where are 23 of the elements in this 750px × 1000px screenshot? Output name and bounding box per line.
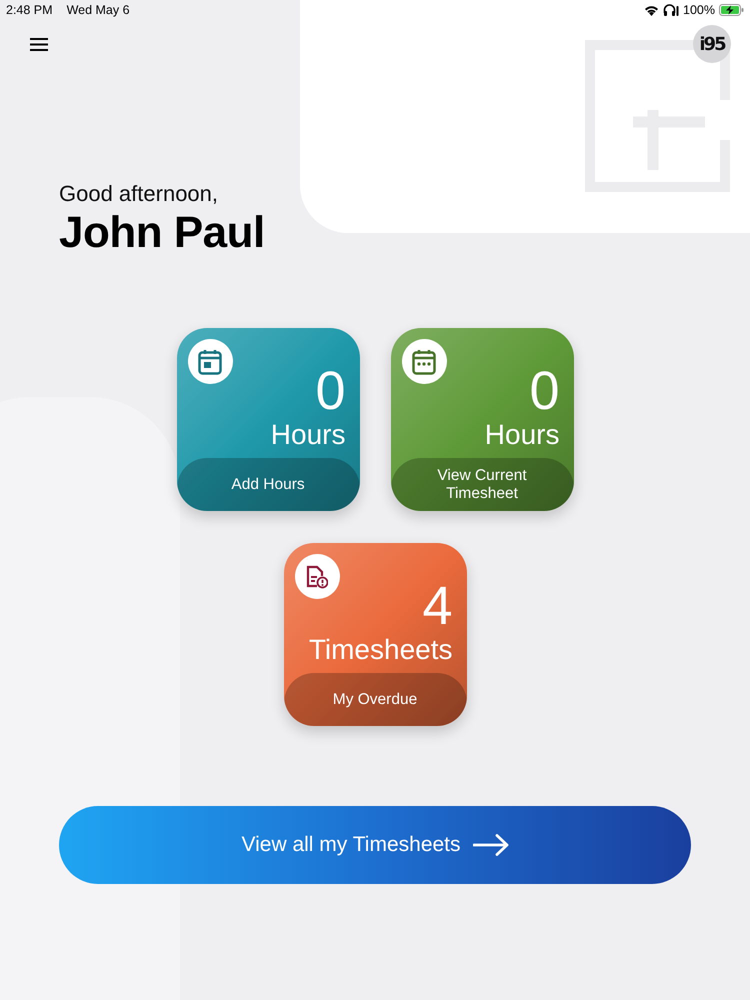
stat-unit: Hours — [484, 420, 560, 450]
action-button[interactable]: My Overdue — [284, 673, 466, 726]
action-button[interactable]: Add Hours — [176, 458, 360, 511]
arrow-right-icon — [472, 834, 509, 856]
stat-count: 0 — [315, 362, 346, 420]
status-date: Wed May 6 — [66, 3, 130, 17]
calendar-icon — [198, 348, 222, 374]
stat-unit: Hours — [270, 420, 346, 450]
user-name: John Paul — [59, 207, 265, 259]
document-alert-icon — [306, 564, 328, 588]
stat-unit: Timesheets — [308, 635, 452, 665]
action-button[interactable]: View Current Timesheet — [390, 458, 574, 511]
calendar-icon — [412, 348, 436, 374]
stat-count: 0 — [529, 362, 560, 420]
wifi-icon — [644, 4, 660, 16]
menu-icon[interactable] — [30, 38, 48, 50]
battery-charging-icon — [719, 4, 744, 16]
greeting-text: Good afternoon, — [59, 181, 218, 207]
headphones-icon — [663, 4, 680, 16]
stat-count: 4 — [422, 577, 452, 635]
status-time: 2:48 PM — [6, 3, 53, 17]
battery-percent: 100% — [683, 3, 715, 17]
view-timesheets-button[interactable]: View all my Timesheets — [59, 806, 691, 884]
